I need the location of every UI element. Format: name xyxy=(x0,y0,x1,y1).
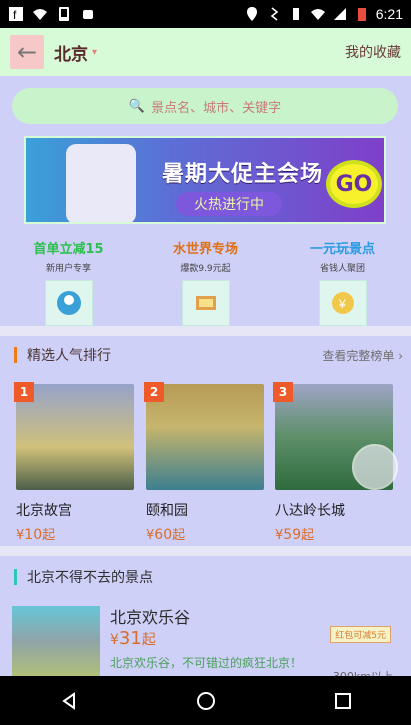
promo-first-order[interactable]: 首单立减15 新用户专享 xyxy=(0,236,137,326)
attraction-description: 北京欢乐谷，不可错过的疯狂北京！ xyxy=(110,656,303,670)
promo-image: ¥ xyxy=(318,280,367,326)
nav-home-button[interactable] xyxy=(186,681,226,721)
location-icon xyxy=(244,6,260,22)
banner-go-button[interactable]: GO xyxy=(326,160,382,208)
phone-icon xyxy=(56,6,72,22)
banner-person-image xyxy=(66,144,136,222)
wifi-icon xyxy=(310,6,326,22)
search-bar[interactable]: 🔍 景点名、城市、关键字 xyxy=(12,88,398,124)
bluetooth-icon xyxy=(266,6,282,22)
city-selector[interactable]: 北京 ▾ xyxy=(54,40,97,65)
attraction-list-item[interactable]: 北京欢乐谷 ¥31起 红包可减5元 北京欢乐谷，不可错过的疯狂北京！ 300km… xyxy=(0,600,411,683)
view-full-ranking-label: 查看完整榜单 xyxy=(322,348,395,363)
attraction-price: ¥10起 xyxy=(16,524,134,543)
attraction-name: 颐和园 xyxy=(146,503,188,519)
system-nav-bar xyxy=(0,676,411,725)
status-bar: f 6:21 xyxy=(0,0,411,28)
coupon-tag: 红包可减5元 xyxy=(330,626,391,643)
attraction-name: 八达岭长城 xyxy=(275,503,345,519)
price-value: 31 xyxy=(118,628,142,649)
must-see-section-title: 北京不得不去的景点 xyxy=(27,570,153,586)
attraction-thumbnail xyxy=(12,606,100,676)
price-value: 60 xyxy=(154,527,173,543)
rank-badge: 3 xyxy=(273,382,293,402)
promo-subtitle: 新用户专享 xyxy=(45,264,91,274)
svg-text:¥: ¥ xyxy=(338,297,346,311)
promo-one-yuan[interactable]: 一元玩景点 省钱人聚团 ¥ xyxy=(274,236,411,326)
search-placeholder: 景点名、城市、关键字 xyxy=(151,100,282,116)
ranking-section-title: 精选人气排行 xyxy=(27,348,111,364)
section-accent-bar xyxy=(14,569,17,585)
signal-icon xyxy=(332,6,348,22)
wifi-question-icon xyxy=(32,6,48,22)
price-suffix: 起 xyxy=(301,528,315,543)
promo-subtitle: 爆款9.9元起 xyxy=(180,264,231,274)
promo-row: 首单立减15 新用户专享 水世界专场 爆款9.9元起 一元玩景点 省钱人聚团 ¥ xyxy=(0,236,411,326)
nav-recents-button[interactable] xyxy=(323,681,363,721)
triangle-back-icon xyxy=(61,691,75,710)
section-divider xyxy=(0,546,411,556)
back-button[interactable]: ← xyxy=(10,35,44,69)
status-time: 6:21 xyxy=(375,6,403,22)
promo-title: 一元玩景点 xyxy=(309,242,375,257)
my-favorites-link[interactable]: 我的收藏 xyxy=(345,42,401,62)
promo-title: 水世界专场 xyxy=(172,242,238,257)
price-suffix: 起 xyxy=(42,528,56,543)
vibrate-icon xyxy=(288,6,304,22)
price-value: 59 xyxy=(283,527,302,543)
facebook-icon: f xyxy=(8,6,24,22)
arrow-left-icon: ← xyxy=(16,38,38,66)
square-recents-icon xyxy=(334,692,351,709)
promo-image xyxy=(44,280,93,326)
attraction-price: ¥59起 xyxy=(275,524,393,543)
chevron-down-icon: ▾ xyxy=(92,46,98,58)
ranking-section-header: 精选人气排行 查看完整榜单 › xyxy=(0,340,411,370)
search-icon: 🔍 xyxy=(128,98,146,114)
ranking-list: 1 北京故宫 ¥10起 2 颐和园 ¥60起 3 八达岭长城 ¥59起 xyxy=(0,376,411,543)
android-icon xyxy=(80,6,96,22)
chevron-right-icon: › xyxy=(398,348,403,363)
section-accent-bar xyxy=(14,347,17,363)
currency-symbol: ¥ xyxy=(110,632,119,648)
rank-badge: 1 xyxy=(14,382,34,402)
banner-title: 暑期大促主会场 xyxy=(162,162,324,187)
battery-icon xyxy=(354,6,370,22)
section-divider xyxy=(0,326,411,336)
price-suffix: 起 xyxy=(141,632,156,648)
attraction-price: ¥60起 xyxy=(146,524,264,543)
rank-card[interactable]: 2 颐和园 ¥60起 xyxy=(144,382,264,543)
circle-home-icon xyxy=(196,691,215,710)
promo-banner[interactable]: 暑期大促主会场 火热进行中 GO xyxy=(24,136,386,224)
rank-badge: 2 xyxy=(144,382,164,402)
must-see-section-header: 北京不得不去的景点 xyxy=(0,562,411,592)
nav-back-button[interactable] xyxy=(49,681,89,721)
rank-card[interactable]: 1 北京故宫 ¥10起 xyxy=(14,382,134,543)
attraction-price: ¥31起 xyxy=(110,628,156,649)
floating-assistive-button[interactable] xyxy=(352,444,398,490)
banner-subtitle: 火热进行中 xyxy=(176,192,282,216)
attraction-name: 北京欢乐谷 xyxy=(110,608,191,627)
attraction-name: 北京故宫 xyxy=(16,503,72,519)
promo-subtitle: 省钱人聚团 xyxy=(319,264,365,274)
price-suffix: 起 xyxy=(172,528,186,543)
promo-water-world[interactable]: 水世界专场 爆款9.9元起 xyxy=(137,236,274,326)
top-header: ← 北京 ▾ 我的收藏 xyxy=(0,28,411,76)
price-value: 10 xyxy=(24,527,43,543)
promo-image xyxy=(181,280,230,326)
view-full-ranking-link[interactable]: 查看完整榜单 › xyxy=(322,347,403,364)
promo-title: 首单立减15 xyxy=(33,242,104,257)
city-label: 北京 xyxy=(54,44,88,65)
